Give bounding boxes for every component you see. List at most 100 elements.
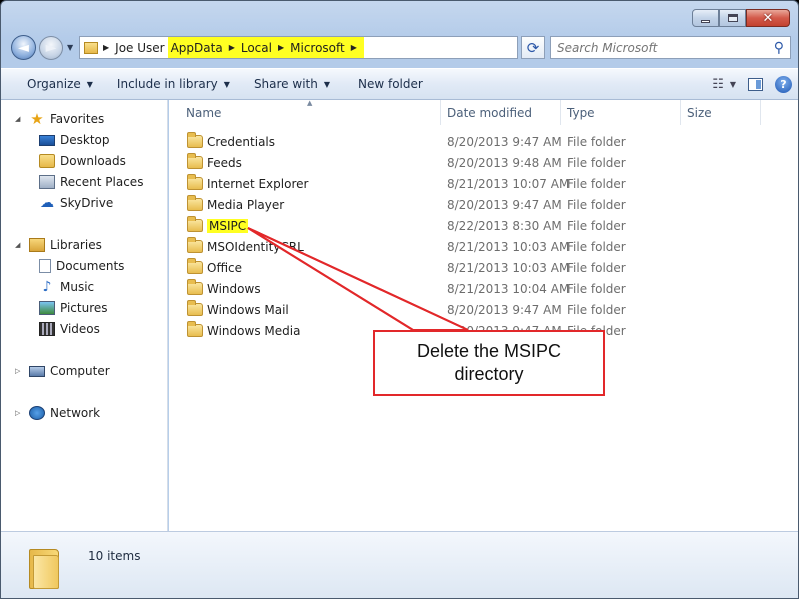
file-name: Credentials — [207, 134, 276, 149]
nav-libraries[interactable]: Libraries — [29, 238, 102, 252]
nav-skydrive[interactable]: ☁ SkyDrive — [39, 196, 113, 210]
chevron-down-icon[interactable]: ▼ — [730, 80, 736, 89]
nav-videos[interactable]: Videos — [39, 322, 100, 336]
preview-pane-icon[interactable] — [748, 77, 763, 91]
item-count: 10 items — [88, 549, 141, 563]
file-date: 8/21/2013 10:03 AM — [447, 239, 570, 254]
chevron-down-icon: ▼ — [323, 79, 330, 89]
file-date: 8/21/2013 10:03 AM — [447, 260, 570, 275]
breadcrumb-separator-icon: ▶ — [103, 43, 110, 52]
file-date: 8/22/2013 8:30 AM — [447, 218, 562, 233]
file-type: File folder — [567, 239, 626, 254]
pictures-icon — [39, 301, 55, 315]
file-type: File folder — [567, 134, 626, 149]
file-row[interactable]: Windows 8/21/2013 10:04 AM File folder — [169, 278, 798, 299]
nav-recent-places[interactable]: Recent Places — [39, 175, 143, 189]
breadcrumb-separator-icon: ▶ — [277, 43, 285, 52]
documents-icon — [39, 259, 51, 273]
file-row[interactable]: MSIPC 8/22/2013 8:30 AM File folder — [169, 215, 798, 236]
file-row[interactable]: Media Player 8/20/2013 9:47 AM File folder — [169, 194, 798, 215]
cloud-icon: ☁ — [40, 195, 54, 211]
search-input[interactable] — [557, 40, 757, 55]
folder-icon — [187, 153, 203, 169]
nav-desktop[interactable]: Desktop — [39, 133, 110, 147]
annotation-text: Delete the MSIPC directory — [416, 341, 562, 384]
nav-favorites[interactable]: ★ Favorites — [29, 110, 104, 128]
folder-icon — [187, 174, 203, 190]
file-name-cell: Feeds — [187, 153, 242, 170]
refresh-button[interactable]: ⟳ — [521, 36, 545, 59]
close-button[interactable]: ✕ — [746, 9, 790, 27]
minimize-button[interactable] — [692, 9, 719, 27]
file-date: 8/20/2013 9:47 AM — [447, 197, 562, 212]
maximize-button[interactable] — [719, 9, 746, 27]
breadcrumb-local[interactable]: Local — [238, 37, 275, 58]
recent-pages-dropdown[interactable]: ▼ — [67, 43, 73, 52]
file-row[interactable]: MSOIdentityCRL 8/21/2013 10:03 AM File fol… — [169, 236, 798, 257]
new-folder-button[interactable]: New folder — [350, 69, 431, 99]
breadcrumb-microsoft[interactable]: Microsoft — [287, 37, 348, 58]
file-name-cell: Office — [187, 258, 243, 275]
search-box[interactable]: ⚲ — [550, 36, 791, 59]
change-view-icon[interactable]: ☷ — [712, 77, 724, 92]
address-bar[interactable]: ▶ Joe User AppData ▶ Local ▶ Microsoft ▶ — [79, 36, 518, 59]
breadcrumb-appdata[interactable]: AppData — [168, 37, 226, 58]
search-icon[interactable]: ⚲ — [774, 40, 784, 56]
file-name: MSIPC — [207, 218, 249, 233]
nav-pictures[interactable]: Pictures — [39, 301, 108, 315]
folder-icon — [187, 279, 203, 295]
help-icon[interactable]: ? — [775, 75, 792, 93]
folder-icon — [29, 549, 59, 589]
file-row[interactable]: Credentials 8/20/2013 9:47 AM File folder — [169, 131, 798, 152]
forward-button[interactable]: ► — [39, 36, 63, 60]
file-name: Windows Media — [207, 323, 301, 338]
file-name: Windows — [207, 281, 261, 296]
folder-icon — [187, 258, 203, 274]
file-row[interactable]: Feeds 8/20/2013 9:48 AM File folder — [169, 152, 798, 173]
forward-arrow-icon: ► — [45, 40, 57, 56]
folder-icon — [187, 237, 203, 253]
breadcrumb-separator-icon: ▶ — [350, 43, 357, 52]
nav-network[interactable]: Network — [29, 406, 100, 420]
nav-music[interactable]: ♪ Music — [39, 279, 95, 295]
desktop-icon — [39, 134, 55, 146]
breadcrumb-separator-icon: ▶ — [228, 43, 235, 52]
file-name: Office — [207, 260, 243, 275]
file-date: 8/20/2013 9:48 AM — [447, 155, 562, 170]
caption-buttons: ✕ — [692, 9, 790, 27]
column-header-name[interactable]: Name — [180, 100, 441, 125]
column-header-size[interactable]: Size — [681, 100, 761, 125]
minimize-icon — [701, 19, 710, 23]
file-row[interactable]: Internet Explorer 8/21/2013 10:07 AM File … — [169, 173, 798, 194]
breadcrumb-joe-user[interactable]: Joe User — [112, 37, 167, 58]
file-type: File folder — [567, 260, 626, 275]
share-with-menu[interactable]: Share with ▼ — [246, 69, 338, 99]
libraries-icon — [29, 238, 45, 252]
nav-downloads[interactable]: Downloads — [39, 154, 126, 168]
column-header-type[interactable]: Type — [561, 100, 681, 125]
file-row[interactable]: Office 8/21/2013 10:03 AM File folder — [169, 257, 798, 278]
file-type: File folder — [567, 197, 626, 212]
nav-computer[interactable]: Computer — [29, 364, 110, 378]
collapse-favorites-icon[interactable]: ◢ — [15, 115, 20, 123]
organize-menu[interactable]: Organize ▼ — [1, 69, 101, 99]
navigation-pane: ◢ ★ Favorites Desktop Downloads Recent Pl… — [1, 100, 168, 531]
chevron-down-icon: ▼ — [86, 79, 93, 89]
star-icon: ★ — [30, 110, 44, 128]
file-name-cell: MSIPC — [187, 216, 249, 233]
column-header-date-modified[interactable]: Date modified — [441, 100, 561, 125]
file-name-cell: Media Player — [187, 195, 284, 212]
expand-computer-icon[interactable]: ▷ — [15, 367, 20, 375]
file-name: MSOIdentityCRL — [207, 239, 304, 254]
music-icon: ♪ — [42, 279, 52, 295]
nav-documents[interactable]: Documents — [39, 259, 124, 273]
collapse-libraries-icon[interactable]: ◢ — [15, 241, 20, 249]
back-arrow-icon: ◄ — [18, 39, 29, 56]
include-in-library-menu[interactable]: Include in library ▼ — [109, 69, 238, 99]
file-row[interactable]: Windows Mail 8/20/2013 9:47 AM File folder — [169, 299, 798, 320]
file-type: File folder — [567, 155, 626, 170]
expand-network-icon[interactable]: ▷ — [15, 409, 20, 417]
folder-icon — [187, 300, 203, 316]
back-button[interactable]: ◄ — [11, 35, 36, 60]
file-name-cell: Windows Media — [187, 321, 301, 338]
